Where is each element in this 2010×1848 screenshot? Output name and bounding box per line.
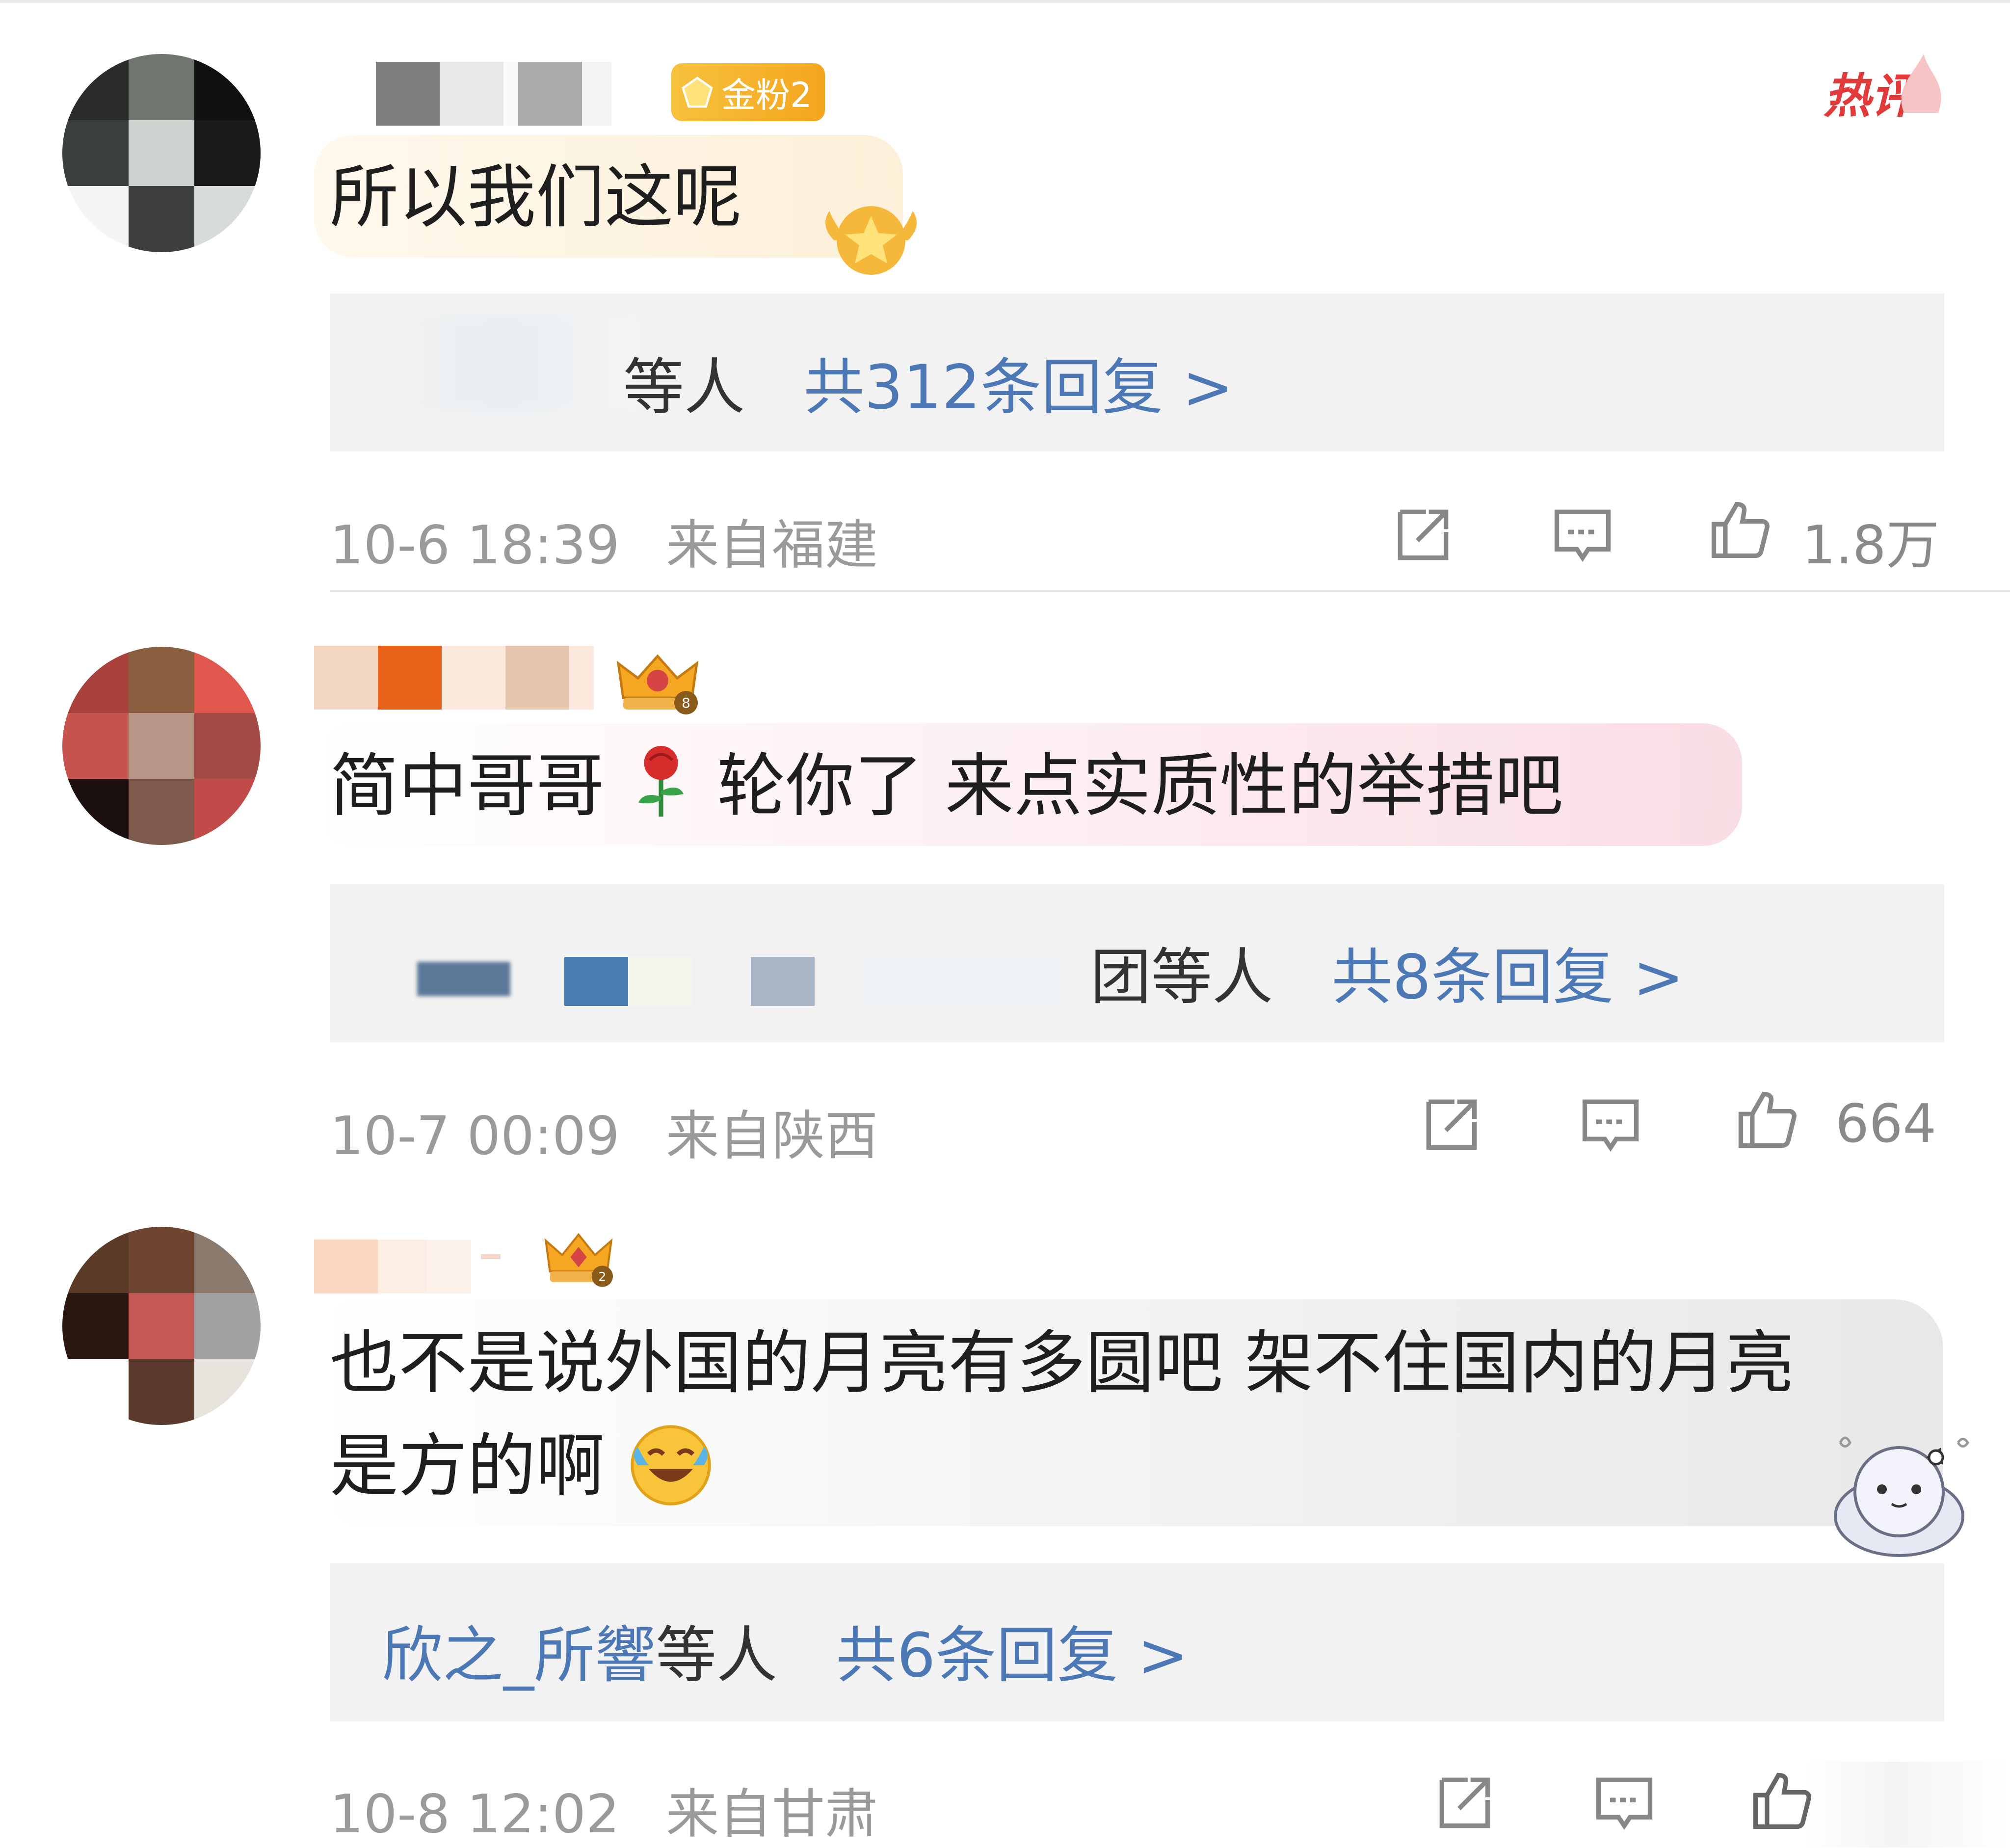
reply-count-link[interactable]: 共6条回复 >	[836, 1620, 1188, 1691]
comment-divider	[330, 590, 2010, 592]
avatar[interactable]	[62, 647, 261, 845]
reply-summary[interactable]: 团等人 共8条回复 >	[1090, 927, 1684, 1016]
like-count: 664	[1835, 1093, 1937, 1155]
username-redacted[interactable]	[314, 1240, 501, 1294]
reply-user-redacted	[373, 932, 1070, 1006]
timestamp: 10-8 12:02	[330, 1784, 620, 1845]
location: 来自甘肃	[666, 1784, 878, 1845]
comment-text: 简中哥哥 轮你了 来点实质性的举措吧	[330, 746, 1563, 826]
share-icon[interactable]	[1389, 501, 1457, 569]
reply-username[interactable]: 欣之_所響	[382, 1620, 656, 1691]
username-redacted[interactable]	[314, 646, 594, 710]
username-redacted[interactable]	[376, 62, 611, 126]
share-icon[interactable]	[1417, 1090, 1486, 1159]
crown-badge-icon: 2	[544, 1233, 613, 1287]
crown-badge-icon: 8	[616, 654, 699, 714]
thumbs-up-icon[interactable]	[1747, 1767, 1816, 1835]
comment-icon[interactable]	[1548, 501, 1617, 569]
like-count: 1.8万	[1802, 515, 1939, 576]
rose-emoji	[627, 746, 695, 819]
flame-decor-icon	[1901, 54, 1941, 113]
gem-icon	[682, 77, 713, 108]
reply-user-redacted	[373, 314, 638, 412]
timestamp: 10-7 00:09	[330, 1106, 620, 1167]
reply-summary[interactable]: 欣之_所響等人 共6条回复 >	[382, 1606, 1189, 1694]
avatar[interactable]	[62, 1227, 261, 1425]
comment-text-line1: 也不是说外国的月亮有多圆吧 架不住国内的月亮	[330, 1323, 1795, 1403]
comment-icon[interactable]	[1576, 1090, 1645, 1159]
reply-summary[interactable]: 等人 共312条回复 >	[623, 338, 1233, 426]
thumbs-up-icon[interactable]	[1732, 1085, 1801, 1154]
comment-text: 所以我们这呢	[330, 158, 742, 238]
share-icon[interactable]	[1430, 1769, 1499, 1837]
reply-count-link[interactable]: 共8条回复 >	[1331, 942, 1684, 1013]
svg-text:2: 2	[598, 1269, 606, 1284]
comment-meta: 10-7 00:09 来自陕西	[330, 1093, 878, 1170]
fan-level-badge: 金粉2	[671, 63, 825, 121]
comment-text-line2: 是方的啊	[330, 1416, 715, 1517]
location: 来自福建	[666, 515, 878, 576]
thumbs-up-icon[interactable]	[1705, 496, 1774, 564]
svg-text:8: 8	[682, 695, 690, 711]
reply-count-link[interactable]: 共312条回复 >	[803, 352, 1233, 423]
top-divider	[0, 0, 2010, 3]
comment-meta: 10-8 12:02 来自甘肃	[330, 1771, 878, 1848]
star-decor-icon	[825, 206, 917, 275]
comment-meta: 10-6 18:39 来自福建	[330, 502, 878, 579]
avatar[interactable]	[62, 54, 261, 252]
mascot-decor-icon	[1834, 1436, 1970, 1557]
timestamp: 10-6 18:39	[330, 515, 620, 576]
comment-icon[interactable]	[1590, 1769, 1659, 1837]
laughing-emoji	[627, 1421, 715, 1509]
badge-label: 金粉2	[721, 75, 812, 115]
location: 来自陕西	[666, 1106, 878, 1167]
